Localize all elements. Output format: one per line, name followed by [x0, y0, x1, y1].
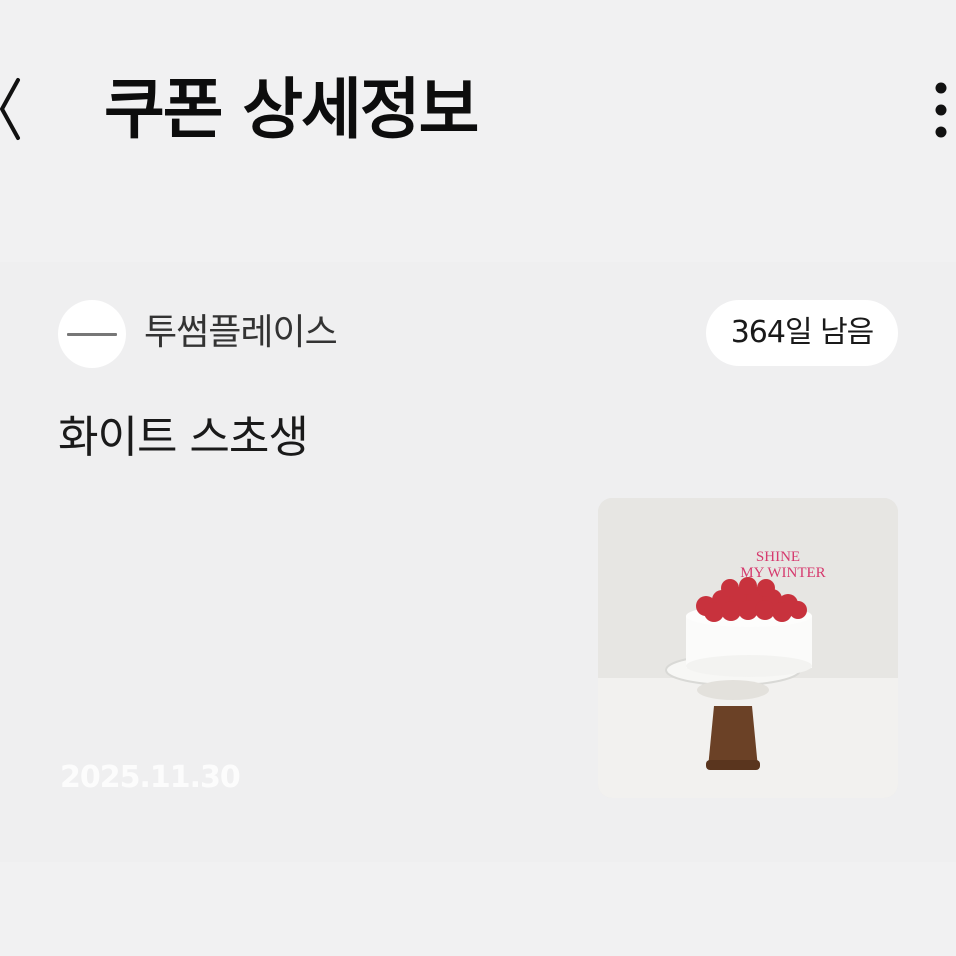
store-logo-mark	[67, 332, 117, 336]
product-name: 화이트 스초생	[58, 412, 309, 463]
back-button[interactable]	[0, 74, 34, 144]
page-title: 쿠폰 상세정보	[104, 71, 479, 148]
app-header: 쿠폰 상세정보	[0, 0, 956, 230]
store-logo	[58, 300, 126, 368]
cake-illustration: SHINE MY WINTER	[598, 498, 898, 798]
chevron-left-icon	[0, 78, 20, 140]
more-options-button[interactable]	[926, 78, 956, 142]
expiry-date: 2025.11.30	[60, 760, 241, 795]
store-name: 투썸플레이스	[144, 312, 338, 353]
product-image[interactable]: SHINE MY WINTER	[598, 498, 898, 798]
days-remaining-badge: 364일 남음	[706, 300, 898, 366]
cake-topper-line1: SHINE	[756, 549, 800, 565]
more-vertical-icon	[935, 82, 947, 138]
